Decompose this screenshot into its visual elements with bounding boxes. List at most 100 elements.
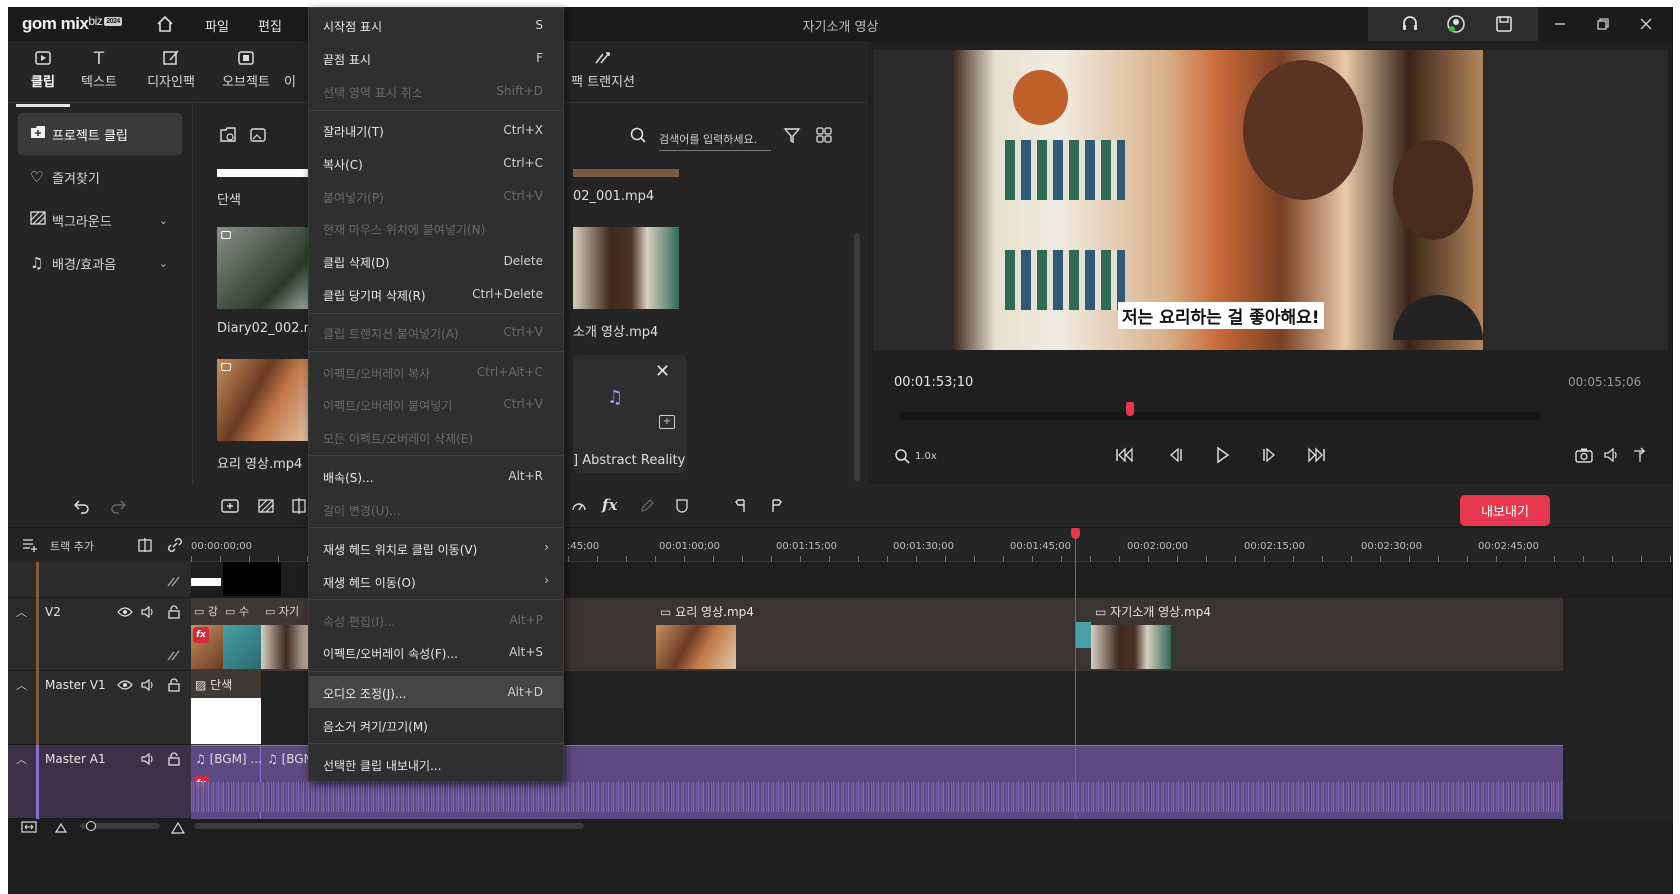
menu-item-ripple-delete[interactable]: 클립 당기며 삭제(R) Ctrl+Delete	[309, 278, 563, 310]
menu-item-toggle-mute[interactable]: 음소거 켜기/끄기(M)	[309, 709, 563, 741]
snap-icon[interactable]	[135, 536, 155, 554]
volume-icon[interactable]	[139, 751, 157, 767]
media-thumb-video[interactable]	[573, 169, 679, 177]
account-icon[interactable]	[1444, 13, 1468, 35]
skip-to-start-icon[interactable]	[1113, 443, 1137, 467]
add-to-timeline-icon[interactable]: +	[659, 415, 675, 429]
collapse-icon[interactable]: ︿	[16, 604, 27, 620]
sidebar-item-bgm-sfx[interactable]: ♫ 배경/효과음 ⌄	[18, 242, 182, 284]
pen-icon[interactable]	[636, 496, 658, 516]
volume-icon[interactable]	[139, 604, 157, 620]
tab-design-pack[interactable]: 디자인팩	[136, 49, 206, 90]
timeline-clip[interactable]: ▨ 단색	[191, 671, 261, 745]
timeline-clip[interactable]	[223, 562, 281, 596]
media-scrollbar[interactable]	[854, 233, 860, 481]
menu-item-copy[interactable]: 복사(C) Ctrl+C	[309, 147, 563, 179]
volume-icon[interactable]	[139, 677, 157, 693]
effects-icon[interactable]: fx	[602, 496, 617, 514]
zoom-in-icon[interactable]	[168, 819, 188, 835]
menu-edit[interactable]: 편집	[258, 16, 282, 35]
eye-icon[interactable]	[116, 677, 134, 693]
transition-icon[interactable]	[165, 572, 183, 590]
media-thumb-video[interactable]	[573, 227, 679, 309]
shield-icon[interactable]	[671, 496, 693, 516]
menu-item-change-duration[interactable]: 길이 변경(U)...	[309, 493, 563, 525]
tab-image[interactable]: 이	[270, 49, 310, 90]
tab-text[interactable]: T 텍스트	[64, 49, 134, 90]
menu-item-move-clip-to-playhead[interactable]: 재생 헤드 위치로 클립 이동(V) ›	[309, 532, 563, 564]
lock-icon[interactable]	[165, 751, 183, 767]
sidebar-item-background[interactable]: 백그라운드 ⌄	[18, 199, 182, 241]
menu-item-paste-transition[interactable]: 클립 트랜지션 붙여넣기(A) Ctrl+V	[309, 316, 563, 348]
play-icon[interactable]	[1210, 443, 1234, 467]
menu-item-delete-clip[interactable]: 클립 삭제(D) Delete	[309, 245, 563, 277]
volume-icon[interactable]	[1601, 445, 1623, 465]
restore-icon[interactable]	[1591, 13, 1615, 35]
search-icon[interactable]	[627, 125, 649, 145]
menu-item-paste[interactable]: 붙여넣기(P) Ctrl+V	[309, 180, 563, 212]
timeline-clip[interactable]	[191, 578, 221, 586]
timeline-clip[interactable]: ▭ 자기소개 영상.mp4	[1091, 598, 1563, 671]
snapshot-icon[interactable]	[1573, 445, 1595, 465]
seek-handle[interactable]	[1126, 402, 1135, 416]
zoom-icon[interactable]	[892, 446, 912, 466]
previous-frame-icon[interactable]	[1163, 443, 1187, 467]
fullscreen-icon[interactable]	[1629, 445, 1651, 465]
menu-item-mark-out[interactable]: 끝점 표시 F	[309, 42, 563, 74]
skip-to-end-icon[interactable]	[1304, 443, 1328, 467]
menu-item-export-selected[interactable]: 선택한 클립 내보내기...	[309, 748, 563, 780]
transition-icon[interactable]	[165, 646, 183, 664]
lock-icon[interactable]	[165, 677, 183, 693]
menu-item-copy-effect[interactable]: 이펙트/오버레이 복사 Ctrl+Alt+C	[309, 356, 563, 388]
media-thumb-video[interactable]	[217, 359, 312, 441]
close-icon[interactable]: ✕	[655, 361, 670, 382]
minimize-icon[interactable]	[1548, 13, 1572, 35]
timeline-clip[interactable]: ▭ 요리 영상.mp4	[656, 598, 1076, 671]
save-icon[interactable]	[1492, 13, 1516, 35]
eye-icon[interactable]	[116, 604, 134, 620]
menu-item-move-playhead[interactable]: 재생 헤드 이동(O) ›	[309, 565, 563, 597]
marker-end-icon[interactable]	[765, 496, 787, 516]
zoom-out-icon[interactable]	[52, 819, 70, 835]
marker-start-icon[interactable]	[730, 496, 752, 516]
redo-icon[interactable]	[107, 496, 129, 516]
collapse-icon[interactable]: ︿	[16, 751, 27, 767]
chevron-down-icon[interactable]: ⌄	[159, 257, 168, 270]
preview-seekbar[interactable]	[900, 402, 1540, 420]
chevron-down-icon[interactable]: ⌄	[159, 214, 168, 227]
sidebar-item-project-clip[interactable]: 프로젝트 클립	[18, 113, 182, 155]
zoom-slider[interactable]	[80, 821, 160, 831]
playhead-handle[interactable]	[1071, 528, 1080, 539]
menu-item-paste-at-mouse[interactable]: 현재 마우스 위치에 붙여넣기(N)	[309, 212, 563, 244]
lock-icon[interactable]	[165, 604, 183, 620]
menu-item-cut[interactable]: 잘라내기(T) Ctrl+X	[309, 114, 563, 146]
media-thumb-video[interactable]	[217, 227, 312, 309]
menu-item-mark-in[interactable]: 시작점 표시 S	[309, 9, 563, 41]
menu-item-delete-all-effects[interactable]: 모든 이펙트/오버레이 삭제(E)	[309, 421, 563, 453]
add-media-icon[interactable]	[217, 125, 239, 145]
zoom-slider-handle[interactable]	[86, 821, 96, 831]
add-track-label[interactable]: 트랙 추가	[50, 538, 94, 554]
menu-item-audio-adjust[interactable]: 오디오 조정(J)... Alt+D	[309, 676, 563, 708]
menu-item-effect-properties[interactable]: 이펙트/오버레이 속성(F)... Alt+S	[309, 636, 563, 668]
export-button[interactable]: 내보내기	[1460, 495, 1550, 526]
next-frame-icon[interactable]	[1258, 443, 1282, 467]
menu-item-speed[interactable]: 배속(S)... Alt+R	[309, 460, 563, 492]
split-icon[interactable]	[290, 496, 308, 516]
media-thumb-solid[interactable]	[217, 169, 312, 177]
support-headset-icon[interactable]	[1398, 13, 1422, 35]
speed-icon[interactable]	[568, 496, 590, 516]
menu-item-paste-effect[interactable]: 이펙트/오버레이 붙여넣기 Ctrl+V	[309, 388, 563, 420]
timeline-playhead[interactable]	[1071, 528, 1080, 819]
menu-item-clear-selection[interactable]: 선택 영역 표시 취소 Shift+D	[309, 75, 563, 107]
close-icon[interactable]	[1634, 13, 1658, 35]
undo-icon[interactable]	[71, 496, 93, 516]
home-icon[interactable]	[153, 13, 177, 35]
tab-transition[interactable]: 팩 트랜지션	[563, 49, 643, 90]
transition-marker[interactable]	[1075, 622, 1091, 648]
search-input[interactable]: 검색어를 입력하세요.	[659, 131, 771, 151]
sidebar-item-favorites[interactable]: ♡ 즐겨찾기	[18, 156, 182, 198]
background-icon[interactable]	[255, 496, 277, 516]
link-icon[interactable]	[165, 536, 185, 554]
add-image-icon[interactable]	[247, 125, 269, 145]
